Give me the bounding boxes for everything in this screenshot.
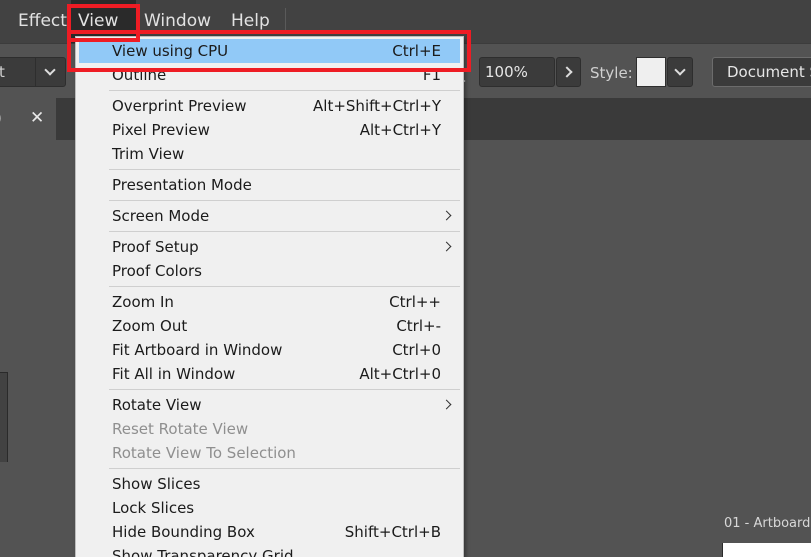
artboard[interactable] bbox=[722, 543, 811, 557]
menu-item-label: Zoom In bbox=[112, 293, 174, 311]
menu-item-shortcut: Alt+Shift+Ctrl+Y bbox=[313, 97, 441, 115]
control-select[interactable]: t bbox=[0, 57, 66, 87]
menu-item-shortcut: Ctrl++ bbox=[389, 293, 441, 311]
menu-item-shortcut: Ctrl+- bbox=[396, 317, 441, 335]
artboard-edge bbox=[0, 372, 8, 462]
menu-item-lock-slices[interactable]: Lock Slices bbox=[76, 496, 463, 520]
menu-item-label: Lock Slices bbox=[112, 499, 195, 517]
menu-item-label: Overprint Preview bbox=[112, 97, 247, 115]
menu-item-overprint-preview[interactable]: Overprint Preview Alt+Shift+Ctrl+Y bbox=[76, 94, 463, 118]
menu-item-label: Fit All in Window bbox=[112, 365, 236, 383]
menu-separator bbox=[109, 169, 460, 170]
menu-separator bbox=[109, 90, 460, 91]
menu-item-label: Zoom Out bbox=[112, 317, 188, 335]
style-swatch[interactable] bbox=[636, 57, 666, 87]
menu-item-label: Proof Colors bbox=[112, 262, 202, 280]
menu-effect[interactable]: Effect bbox=[11, 0, 74, 43]
menu-item-screen-mode[interactable]: Screen Mode bbox=[76, 204, 463, 228]
menu-item-zoom-in[interactable]: Zoom In Ctrl++ bbox=[76, 290, 463, 314]
style-dropdown-button[interactable] bbox=[667, 57, 693, 87]
view-menu-dropdown: View using CPU Ctrl+E Outline F1 Overpri… bbox=[75, 36, 464, 557]
document-setup-button[interactable]: Document Se bbox=[712, 57, 811, 87]
menu-item-shortcut: Alt+Ctrl+Y bbox=[359, 121, 441, 139]
menu-separator bbox=[109, 231, 460, 232]
artboard-label[interactable]: 01 - Artboard 1 bbox=[724, 516, 811, 531]
control-select-value: t bbox=[0, 63, 5, 81]
chevron-down-icon bbox=[674, 64, 686, 76]
menu-item-label: Reset Rotate View bbox=[112, 420, 249, 438]
menu-item-fit-artboard[interactable]: Fit Artboard in Window Ctrl+0 bbox=[76, 338, 463, 362]
menu-item-show-transparency-grid[interactable]: Show Transparency Grid bbox=[76, 544, 463, 557]
menu-item-label: Trim View bbox=[112, 145, 185, 163]
menu-item-label: Presentation Mode bbox=[112, 176, 252, 194]
menu-separator bbox=[109, 286, 460, 287]
document-tab[interactable]: ) ✕ bbox=[0, 98, 56, 140]
menu-separator bbox=[109, 468, 460, 469]
menu-item-trim-view[interactable]: Trim View bbox=[76, 142, 463, 166]
tab-title-fragment: ) bbox=[0, 109, 2, 127]
menu-item-label: Rotate View To Selection bbox=[112, 444, 296, 462]
menu-item-proof-setup[interactable]: Proof Setup bbox=[76, 235, 463, 259]
menu-item-proof-colors[interactable]: Proof Colors bbox=[76, 259, 463, 283]
opacity-input[interactable]: 100% bbox=[479, 57, 555, 87]
chevron-right-icon bbox=[561, 66, 573, 78]
close-icon[interactable]: ✕ bbox=[30, 108, 44, 128]
annotation-highlight-view-using-cpu bbox=[67, 30, 471, 72]
menu-item-shortcut: Alt+Ctrl+0 bbox=[359, 365, 441, 383]
menu-item-hide-bounding-box[interactable]: Hide Bounding Box Shift+Ctrl+B bbox=[76, 520, 463, 544]
menu-item-label: Show Slices bbox=[112, 475, 201, 493]
menu-item-zoom-out[interactable]: Zoom Out Ctrl+- bbox=[76, 314, 463, 338]
menu-item-label: Hide Bounding Box bbox=[112, 523, 255, 541]
chevron-down-icon bbox=[44, 64, 56, 76]
submenu-arrow-icon bbox=[441, 241, 452, 252]
menu-item-fit-all[interactable]: Fit All in Window Alt+Ctrl+0 bbox=[76, 362, 463, 386]
menu-item-label: Screen Mode bbox=[112, 207, 210, 225]
menu-item-rotate-view[interactable]: Rotate View bbox=[76, 393, 463, 417]
menu-item-label: Proof Setup bbox=[112, 238, 199, 256]
menu-item-reset-rotate-view: Reset Rotate View bbox=[76, 417, 463, 441]
submenu-arrow-icon bbox=[441, 399, 452, 410]
menu-item-label: Pixel Preview bbox=[112, 121, 210, 139]
menu-item-label: Show Transparency Grid bbox=[112, 547, 294, 557]
menu-item-rotate-view-to-selection: Rotate View To Selection bbox=[76, 441, 463, 465]
menu-item-pixel-preview[interactable]: Pixel Preview Alt+Ctrl+Y bbox=[76, 118, 463, 142]
submenu-arrow-icon bbox=[441, 210, 452, 221]
menu-item-label: Fit Artboard in Window bbox=[112, 341, 283, 359]
menu-separator bbox=[109, 389, 460, 390]
opacity-expand-button[interactable] bbox=[556, 57, 581, 87]
menu-item-presentation-mode[interactable]: Presentation Mode bbox=[76, 173, 463, 197]
menu-item-label: Rotate View bbox=[112, 396, 202, 414]
menu-separator bbox=[109, 200, 460, 201]
menu-item-shortcut: Shift+Ctrl+B bbox=[344, 523, 441, 541]
menu-item-show-slices[interactable]: Show Slices bbox=[76, 472, 463, 496]
control-select-dropdown[interactable] bbox=[35, 58, 65, 86]
menu-item-shortcut: Ctrl+0 bbox=[392, 341, 441, 359]
style-label: Style: bbox=[590, 64, 633, 82]
